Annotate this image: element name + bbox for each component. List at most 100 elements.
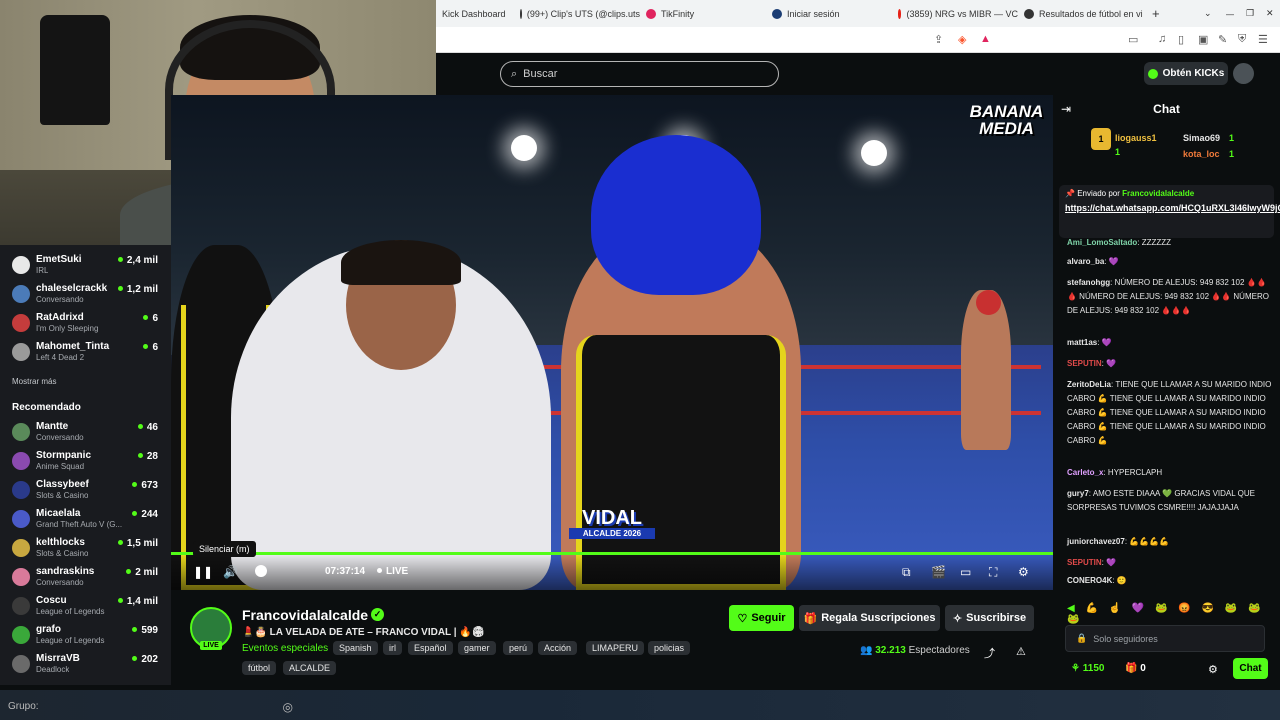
search-input[interactable]: ⌕ Buscar [500,61,779,87]
get-kicks-button[interactable]: Obtén KICKs [1144,62,1228,85]
browser-tab[interactable]: (3859) NRG vs MIBR — VC [892,0,1018,27]
maximize-icon[interactable]: ❐ [1240,0,1254,27]
browser-address-bar[interactable]: ⇪ ◈ ▲ ▭ ♫ ▯ ▣ ✎ ⛨ ☰ [436,27,1280,53]
gift-subs-button[interactable]: 🎁 Regala Suscripciones [799,605,940,631]
settings-gear-icon[interactable]: ⚙ [1018,565,1029,579]
gifter-name[interactable]: kota_loc [1183,149,1220,159]
collapse-chat-icon[interactable]: ⇥ [1061,102,1071,116]
stream-tag[interactable]: gamer [458,641,496,655]
browser-tab[interactable]: Resultados de fútbol en vi [1018,0,1144,27]
volume-icon[interactable]: 🔊 [223,565,238,579]
subscribe-button[interactable]: ✧ Suscribirse [945,605,1034,631]
gifter-name[interactable]: liogauss1 [1115,133,1157,143]
tab-favicon-icon [646,8,656,19]
stream-tag[interactable]: Acción [538,641,578,655]
channel-viewers: 599 [132,625,158,636]
sidebar-channel[interactable]: MisrraVB Deadlock 202 [0,652,171,681]
pin-icon: 📌 [1065,189,1075,198]
sidebar-channel[interactable]: grafo League of Legends 599 [0,623,171,652]
stream-category-link[interactable]: Eventos especiales [242,643,328,654]
emote-bar[interactable]: ◀ 💪 ☝ 💜 🐸 😡 😎 🐸 🐸 🐸 [1067,603,1272,625]
music-icon[interactable]: ♫ [1158,33,1166,45]
browser-tab[interactable]: Iniciar sesión [766,0,892,27]
video-player[interactable]: BANANA MEDIA VIDAL ALCALDE 2026 Silencia… [171,95,1053,590]
sidebar-icon[interactable]: ▯ [1178,33,1184,46]
live-indicator[interactable]: LIVE [377,566,408,577]
channel-name: EmetSuki [36,254,82,265]
sidebar-channel[interactable]: EmetSuki IRL 2,4 mil [0,253,171,282]
gift-box-icon: 🎁 [1125,663,1138,674]
wallet-icon[interactable]: ▣ [1198,33,1208,46]
browser-tab[interactable]: Kick Dashboard [436,0,514,27]
sidebar-channel[interactable]: Classybeef Slots & Casino 673 [0,478,171,507]
sidebar-channel[interactable]: kelthlocks Slots & Casino 1,5 mil [0,536,171,565]
new-tab-button[interactable]: + [1146,0,1162,27]
stream-tag[interactable]: perú [503,641,534,655]
show-more-link[interactable]: Mostrar más [12,377,56,386]
tab-list-icon[interactable]: ⌄ [1198,0,1212,27]
sidebar-channel[interactable]: RatAdrixd I'm Only Sleeping 6 [0,311,171,340]
channel-points[interactable]: ⚘ 1150 [1071,663,1104,674]
send-chat-button[interactable]: Chat [1233,658,1268,679]
streamer-name[interactable]: Francovidalalcalde [242,607,368,623]
brave-shield-icon[interactable]: ◈ [958,33,966,46]
channel-avatar [12,597,30,615]
vpn-icon[interactable]: ⛨ [1238,33,1246,46]
report-icon[interactable]: ⚠ [1016,645,1026,658]
chat-settings-icon[interactable]: ⚙ [1208,663,1218,676]
stream-tag[interactable]: Español [408,641,453,655]
stream-tag[interactable]: irl [383,641,402,655]
gift-count[interactable]: 🎁 0 [1125,663,1146,674]
fingerprint-icon[interactable]: ◎ [283,700,293,714]
group-field[interactable]: Grupo: ◎ [8,698,293,715]
pause-icon[interactable]: ❚❚ [193,565,213,579]
channel-viewers: 1,2 mil [118,284,158,295]
chat-input[interactable]: 🔒 Solo seguidores [1065,625,1265,652]
tab-label: TikFinity [661,8,695,19]
theater-mode-icon[interactable]: ▭ [960,565,971,579]
menu-icon[interactable]: ☰ [1258,33,1268,46]
follow-button[interactable]: ♡ Seguir [729,605,794,631]
sidebar-channel[interactable]: Stormpanic Anime Squad 28 [0,449,171,478]
share-page-icon[interactable]: ⇪ [934,33,943,46]
stream-tag[interactable]: ALCALDE [283,661,337,675]
stream-tag[interactable]: LIMAPERU [586,641,645,655]
video-controls: ❚❚ 🔊 07:37:14 LIVE ⧉ 🎬 ▭ ⛶ ⚙ [171,555,1053,590]
channel-viewers: 6 [143,313,158,324]
tab-label: Resultados de fútbol en vi [1039,8,1143,19]
extensions-icon[interactable]: ✎ [1218,33,1227,46]
pinned-prefix: Enviado por [1077,189,1120,198]
sidebar-channel[interactable]: Mahomet_Tinta Left 4 Dead 2 6 [0,340,171,369]
search-icon: ⌕ [511,67,518,80]
stream-tag[interactable]: policias [648,641,691,655]
stream-tag[interactable]: fútbol [242,661,277,675]
channel-viewers: 46 [138,422,158,433]
user-avatar[interactable] [1233,63,1254,84]
search-placeholder: Buscar [523,68,558,80]
rewards-icon[interactable]: ▲ [980,33,991,45]
minimize-icon[interactable]: — [1220,0,1234,27]
picture-in-picture-icon[interactable]: ⧉ [902,565,911,580]
gifter-count: 1 [1229,133,1235,143]
sidebar-channel[interactable]: sandraskins Conversando 2 mil [0,565,171,594]
gifter-count: 1 [1115,147,1121,157]
sidebar-channel[interactable]: Mantte Conversando 46 [0,420,171,449]
close-icon[interactable]: ✕ [1260,0,1274,27]
viewer-number: 32.213 [875,645,906,656]
pinned-link[interactable]: https://chat.whatsapp.com/HCQ1uRXL3l46Iw… [1065,202,1280,214]
sidebar-channel[interactable]: Coscu League of Legends 1,4 mil [0,594,171,623]
share-icon[interactable]: ⤴ [984,645,995,661]
reader-icon[interactable]: ▭ [1128,33,1138,46]
clip-icon[interactable]: 🎬 [931,565,946,579]
stream-tag[interactable]: Spanish [333,641,378,655]
chat-message: ZeritoDeLia: TIENE QUE LLAMAR A SU MARID… [1067,380,1272,445]
kicks-coin-icon [1147,68,1158,79]
tab-favicon-icon [1024,8,1034,19]
sidebar-channel[interactable]: Micaelala Grand Theft Auto V (G... 244 [0,507,171,536]
sidebar-channel[interactable]: chaleselcrackk Conversando 1,2 mil [0,282,171,311]
fullscreen-icon[interactable]: ⛶ [989,565,997,580]
browser-tab[interactable]: TikFinity [640,0,766,27]
volume-slider-handle[interactable] [255,565,267,577]
browser-tab[interactable]: (99+) Clip's UTS (@clips.uts [514,0,640,27]
gifter-name[interactable]: Simao69 [1183,133,1220,143]
